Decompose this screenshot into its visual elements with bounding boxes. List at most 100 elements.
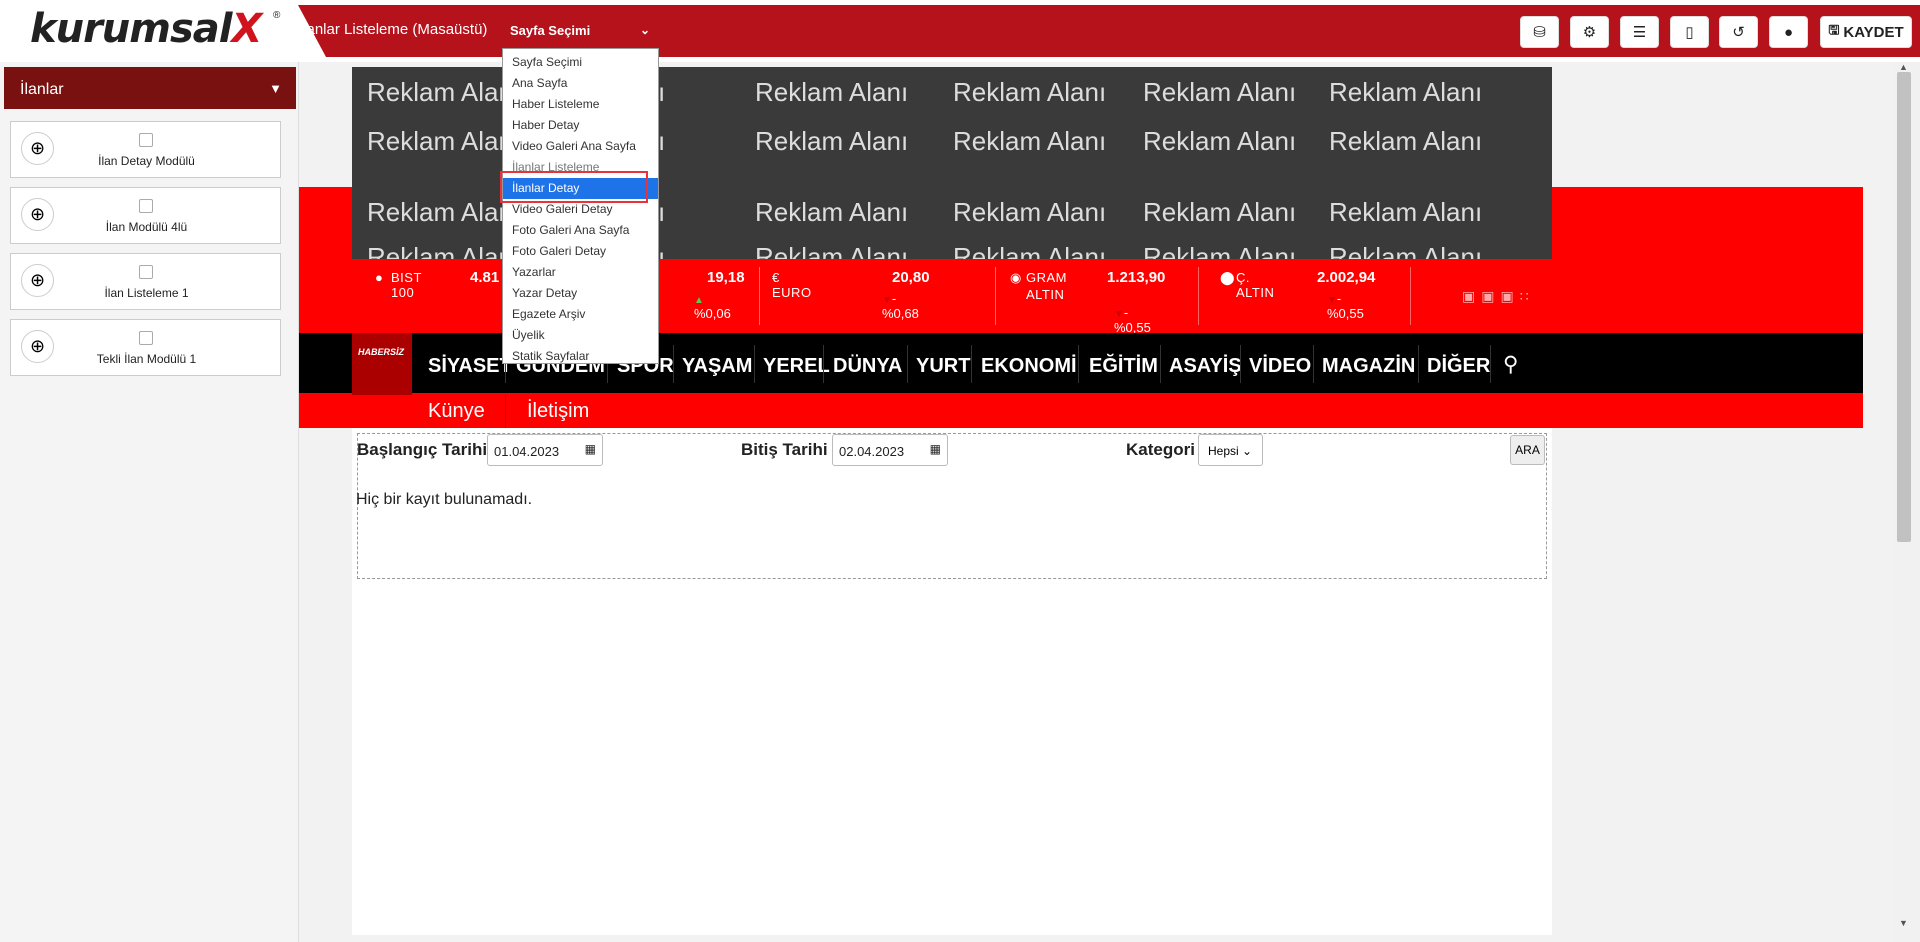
arrow-up-icon: ▲ [694,295,704,306]
arrow-down-icon: ▼ [1114,309,1124,320]
settings-button[interactable]: ⚙ [1570,16,1609,48]
end-date-label: Bitiş Tarihi [741,440,828,459]
nav-item[interactable]: DİĞER [1427,355,1490,378]
scroll-up-icon[interactable]: ▲ [1899,62,1908,72]
undo-icon: ↺ [1732,24,1745,41]
globe-button[interactable]: ● [1769,16,1808,48]
category-label: Kategori [1126,440,1195,459]
page-select-dropdown: Sayfa Seçimi Ana Sayfa Haber Listeleme Habe… [502,48,659,364]
scrollbar-thumb[interactable] [1897,72,1911,542]
ad-text: Reklam Alanı [953,77,1107,107]
list-icon: ☰ [1632,24,1647,41]
chevron-down-icon: ⌄ [639,23,650,37]
dropdown-option[interactable]: Statik Sayfalar [503,346,658,367]
globe-icon: ● [375,270,384,285]
dropdown-option[interactable]: Yazar Detay [503,283,658,304]
twitter-icon[interactable]: ▣ [1481,288,1500,304]
ad-text: Reklam Alanı [367,126,521,156]
dropdown-option[interactable]: İlanlar Detay [503,178,658,199]
dropdown-option[interactable]: Video Galeri Detay [503,199,658,220]
nav-item[interactable]: YEREL [763,355,830,378]
arrow-down-icon: ▼ [1327,295,1337,306]
ad-text: Reklam Alanı [755,77,909,107]
dropdown-option[interactable]: Sayfa Seçimi [503,52,658,73]
category-select[interactable]: Hepsi ⌄ [1198,434,1263,466]
rss-icon[interactable]: ∷ [1520,288,1535,304]
logo-text: kurumsalX [30,6,262,52]
calendar-icon[interactable]: ▦ [585,442,596,456]
nav-item[interactable]: SİYASET [428,355,512,378]
start-date-label: Başlangıç Tarihi [357,440,488,459]
dropdown-option[interactable]: Foto Galeri Detay [503,241,658,262]
social-icons: ▣▣▣∷ [1462,288,1535,305]
dropdown-option[interactable]: Egazete Arşiv [503,304,658,325]
save-icon: 🖫 [1828,22,1840,37]
ad-text: Reklam Alanı [755,197,909,227]
save-button[interactable]: 🖫 KAYDET [1820,16,1912,48]
ad-text: Reklam Alanı [367,77,521,107]
search-button[interactable]: ARA [1510,435,1545,465]
module-card[interactable]: ⊕ Tekli İlan Modülü 1 [10,319,281,376]
broken-image-icon [139,331,153,345]
page-select[interactable]: Sayfa Seçimi ⌄ [502,20,658,42]
broken-image-icon [139,265,153,279]
nav-item[interactable]: ASAYİŞ [1169,355,1242,378]
mobile-view-button[interactable]: ▯ [1670,16,1709,48]
ad-text: Reklam Alanı [1329,242,1483,259]
arrow-down-icon: ▼ [882,295,892,306]
module-card[interactable]: ⊕ İlan Detay Modülü [10,121,281,178]
ad-text: Reklam Alanı [755,126,909,156]
nav-item[interactable]: EKONOMİ [981,355,1077,378]
dropdown-option[interactable]: Üyelik [503,325,658,346]
nav-item[interactable]: MAGAZİN [1322,355,1415,378]
dropdown-option[interactable]: Ana Sayfa [503,73,658,94]
dropdown-option[interactable]: Haber Detay [503,115,658,136]
circle-icon: ⬤ [1220,270,1236,285]
list-button[interactable]: ☰ [1620,16,1659,48]
cubes-button[interactable]: ⛁ [1520,16,1559,48]
logo[interactable]: kurumsalX ® [0,0,296,62]
target-icon: ◉ [1010,270,1022,285]
start-date-input[interactable]: 01.04.2023 ▦ [487,434,603,466]
dropdown-option[interactable]: Haber Listeleme [503,94,658,115]
dropdown-option[interactable]: İlanlar Listeleme [503,157,658,178]
caret-down-icon: ▼ [269,81,282,96]
page-title: İlanlar Listeleme (Masaüstü) [299,21,488,38]
dropdown-option[interactable]: Yazarlar [503,262,658,283]
chevron-down-icon: ⌄ [1242,444,1253,458]
cubes-icon: ⛁ [1533,24,1546,41]
ad-text: Reklam Alanı [953,126,1107,156]
nav-item[interactable]: YAŞAM [682,355,752,378]
calendar-icon[interactable]: ▦ [930,442,941,456]
scroll-down-icon[interactable]: ▼ [1899,918,1908,928]
ad-text: Reklam Alanı [1143,242,1297,259]
ad-text: Reklam Alanı [755,242,909,259]
ad-text: Reklam Alanı [1329,197,1483,227]
ad-text: Reklam Alanı [1329,126,1483,156]
ad-text: Reklam Alanı [1143,197,1297,227]
ad-text: Reklam Alanı [1143,77,1297,107]
nav-item[interactable]: VİDEO [1249,355,1311,378]
module-card[interactable]: ⊕ İlan Modülü 4lü [10,187,281,244]
mobile-icon: ▯ [1685,24,1694,41]
facebook-icon[interactable]: ▣ [1462,288,1481,304]
module-card[interactable]: ⊕ İlan Listeleme 1 [10,253,281,310]
instagram-icon[interactable]: ▣ [1500,288,1519,304]
nav-item[interactable]: YURT [916,355,970,378]
sidebar-category-select[interactable]: İlanlar ▼ [4,67,296,109]
gear-icon: ⚙ [1582,24,1597,41]
dropdown-option[interactable]: Foto Galeri Ana Sayfa [503,220,658,241]
ad-text: Reklam Alanı [367,197,521,227]
nav-item[interactable]: DÜNYA [833,355,902,378]
empty-message: Hiç bir kayıt bulunamadı. [356,491,533,508]
end-date-input[interactable]: 02.04.2023 ▦ [832,434,948,466]
sidebar: İlanlar ▼ ⊕ İlan Detay Modülü ⊕ İlan Modü… [0,62,299,942]
undo-button[interactable]: ↺ [1719,16,1758,48]
subnav-item-iletisim[interactable]: İletişim [527,400,589,423]
subnav-item-kunye[interactable]: Künye [428,400,485,423]
ad-text: Reklam Alanı [1143,126,1297,156]
dropdown-option[interactable]: Video Galeri Ana Sayfa [503,136,658,157]
ad-text: Reklam Alanı [953,242,1107,259]
search-icon[interactable]: ⚲ [1503,352,1518,377]
nav-item[interactable]: EĞİTİM [1089,355,1158,378]
